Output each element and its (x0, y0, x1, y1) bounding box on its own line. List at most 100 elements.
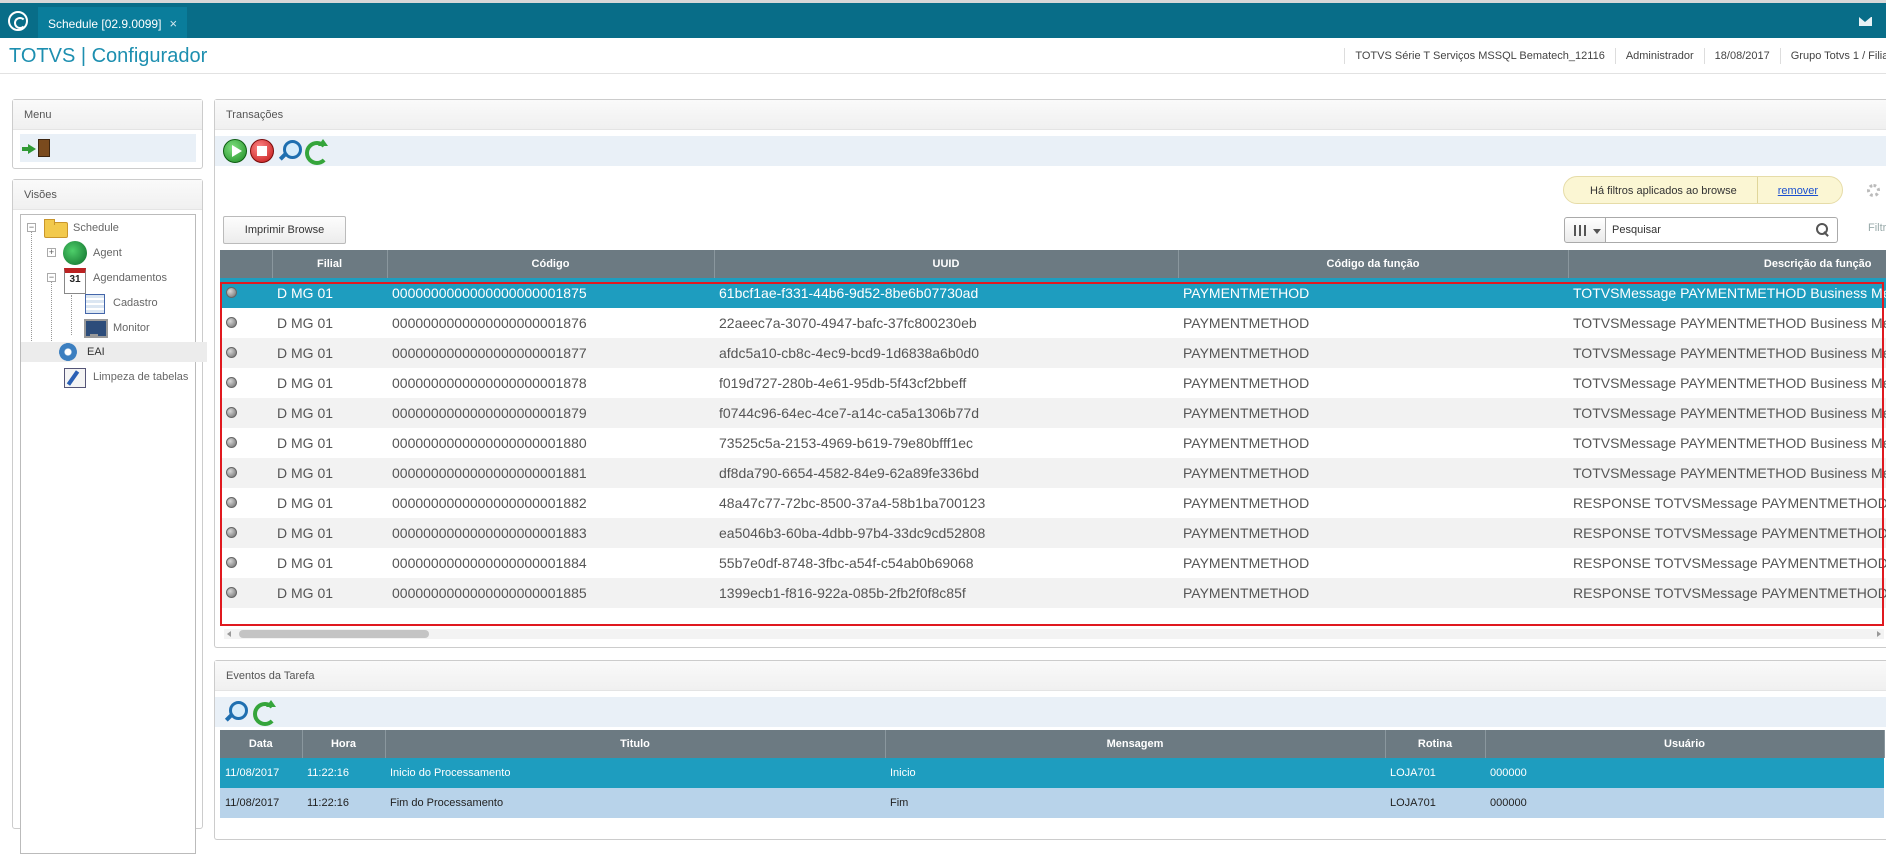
print-browse-button[interactable]: Imprimir Browse (223, 216, 346, 244)
play-icon[interactable] (223, 139, 247, 163)
cell-uuid: 61bcf1ae-f331-44b6-9d52-8be6b07730ad (714, 278, 1178, 308)
search-input[interactable] (1606, 217, 1838, 243)
col-data[interactable]: Data (220, 730, 303, 758)
col-descricao-funcao[interactable]: Descrição da função (1568, 250, 1886, 278)
col-rotina[interactable]: Rotina (1385, 730, 1486, 758)
cell-funcao: PAYMENTMETHOD (1183, 555, 1310, 571)
status-cell (220, 278, 272, 308)
table-row[interactable]: D MG 01 0000000000000000000001881 df8da790… (220, 458, 1886, 488)
tree-item-label: Monitor (113, 322, 150, 334)
table-row[interactable]: D MG 01 0000000000000000000001883 ea5046b3… (220, 518, 1886, 548)
tree-item-eai[interactable]: EAI (21, 342, 207, 362)
col-hora[interactable]: Hora (302, 730, 386, 758)
table-row[interactable]: D MG 01 0000000000000000000001876 22aeec7a… (220, 308, 1886, 338)
eventos-title: Eventos da Tarefa (215, 661, 1886, 691)
remove-filter-link[interactable]: remover (1758, 177, 1818, 203)
tree-item-schedule[interactable]: Schedule (43, 218, 119, 238)
cell-uuid: 1399ecb1-f816-922a-085b-2fb2f0f8c85f (714, 578, 1178, 608)
table-row[interactable]: D MG 01 0000000000000000000001885 1399ecb1… (220, 578, 1886, 608)
table-row[interactable]: D MG 01 0000000000000000000001882 48a47c77… (220, 488, 1886, 518)
table-row[interactable]: D MG 01 0000000000000000000001880 73525c5a… (220, 428, 1886, 458)
menu-panel: Menu (12, 99, 203, 169)
scrollbar-thumb[interactable] (239, 630, 429, 638)
table-row[interactable]: D MG 01 0000000000000000000001884 55b7e0df… (220, 548, 1886, 578)
filter-link[interactable]: Filtrar (1868, 222, 1886, 234)
scroll-left-icon[interactable] (227, 631, 231, 637)
header-info: TOTVS Série T Serviços MSSQL Bematech_12… (1344, 38, 1886, 74)
tree-item-limpeza[interactable]: Limpeza de tabelas (63, 367, 188, 388)
col-mensagem[interactable]: Mensagem (885, 730, 1386, 758)
cell-rotina: LOJA701 (1385, 758, 1485, 788)
tree-item-agent[interactable]: Agent (63, 241, 122, 265)
cell-filial: D MG 01 (272, 278, 387, 308)
events-grid: Data Hora Titulo Mensagem Rotina Usuário… (220, 730, 1885, 818)
cell-data: 11/08/2017 (220, 758, 302, 788)
cell-funcao: PAYMENTMETHOD (1178, 338, 1568, 368)
col-codigo-funcao[interactable]: Código da função (1178, 250, 1569, 278)
event-row[interactable]: 11/08/2017 11:22:16 Fim do Processamento Fi… (220, 788, 1884, 818)
tree-item-monitor[interactable]: Monitor (83, 318, 150, 338)
cell-descricao: TOTVSMessage PAYMENTMETHOD Business Mess… (1568, 338, 1886, 368)
tree-item-agendamentos[interactable]: Agendamentos (63, 268, 167, 294)
settings-gear-icon[interactable] (1867, 184, 1880, 197)
tab-close-icon[interactable]: × (169, 7, 177, 41)
table-row[interactable]: D MG 01 0000000000000000000001875 61bcf1ae… (220, 278, 1886, 308)
totvs-logo-icon[interactable] (8, 11, 28, 31)
agent-expander-icon[interactable]: + (47, 248, 56, 257)
status-cell (220, 488, 272, 518)
tree-item-cadastro[interactable]: Cadastro (83, 293, 158, 314)
status-cell (220, 398, 272, 428)
status-led-icon (226, 587, 237, 598)
cell-uuid: f019d727-280b-4e61-95db-5f43cf2bbeff (719, 375, 967, 391)
horizontal-scrollbar[interactable] (224, 629, 1884, 639)
col-usuario[interactable]: Usuário (1485, 730, 1885, 758)
filter-notice: Há filtros aplicados ao browse remover (1563, 176, 1843, 204)
agendamentos-expander-icon[interactable]: − (47, 273, 56, 282)
cell-titulo: Inicio do Processamento (385, 758, 885, 788)
cell-filial: D MG 01 (272, 578, 387, 608)
table-row[interactable]: D MG 01 0000000000000000000001878 f019d727… (220, 368, 1886, 398)
scroll-right-icon[interactable] (1877, 631, 1881, 637)
cell-uuid: 22aeec7a-3070-4947-bafc-37fc800230eb (719, 315, 977, 331)
refresh-icon[interactable] (251, 700, 277, 726)
form-icon (83, 293, 107, 314)
table-row[interactable]: D MG 01 0000000000000000000001877 afdc5a10… (220, 338, 1886, 368)
cell-uuid: 48a47c77-72bc-8500-37a4-58b1ba700123 (719, 495, 986, 511)
cell-funcao: PAYMENTMETHOD (1183, 315, 1310, 331)
col-codigo[interactable]: Código (387, 250, 715, 278)
col-status[interactable] (220, 250, 273, 278)
col-filial[interactable]: Filial (272, 250, 388, 278)
event-row[interactable]: 11/08/2017 11:22:16 Inicio do Processament… (220, 758, 1884, 788)
visoes-tree: − Schedule + Agent − Agendamentos Cadast… (20, 214, 207, 854)
column-selector-button[interactable] (1564, 217, 1606, 243)
status-cell (220, 338, 272, 368)
status-led-icon (226, 317, 237, 328)
transacoes-title: Transações (215, 100, 1886, 130)
refresh-icon[interactable] (303, 139, 329, 165)
cell-uuid: 73525c5a-2153-4969-b619-79e80bfff1ec (719, 435, 974, 451)
status-cell (220, 428, 272, 458)
search-icon[interactable] (223, 700, 248, 724)
search-input-icon[interactable] (1814, 222, 1830, 238)
search-icon[interactable] (277, 139, 302, 163)
col-titulo[interactable]: Titulo (385, 730, 886, 758)
cell-codigo: 0000000000000000000001878 (392, 375, 587, 391)
table-row[interactable]: D MG 01 0000000000000000000001879 f0744c96… (220, 398, 1886, 428)
cell-descricao: RESPONSE TOTVSMessage PAYMENTMETHOD (1568, 578, 1886, 608)
cell-filial: D MG 01 (277, 435, 334, 451)
cell-mensagem: Inicio (885, 758, 1385, 788)
cell-filial: D MG 01 (272, 458, 387, 488)
eventos-toolbar (215, 697, 1886, 727)
exit-icon[interactable] (22, 139, 50, 157)
tree-item-label: Schedule (73, 222, 119, 234)
col-uuid[interactable]: UUID (714, 250, 1179, 278)
cell-funcao: PAYMENTMETHOD (1183, 375, 1310, 391)
cell-mensagem: Fim (885, 788, 1385, 818)
stop-icon[interactable] (250, 139, 274, 163)
tree-item-label: Cadastro (113, 297, 158, 309)
cell-codigo: 0000000000000000000001876 (392, 315, 587, 331)
visoes-panel: Visões − Schedule + Agent − Agendamentos… (12, 179, 207, 854)
tab-schedule[interactable]: Schedule [02.9.0099] × (38, 7, 188, 41)
mail-icon[interactable] (1859, 17, 1872, 26)
schedule-expander-icon[interactable]: − (27, 223, 36, 232)
